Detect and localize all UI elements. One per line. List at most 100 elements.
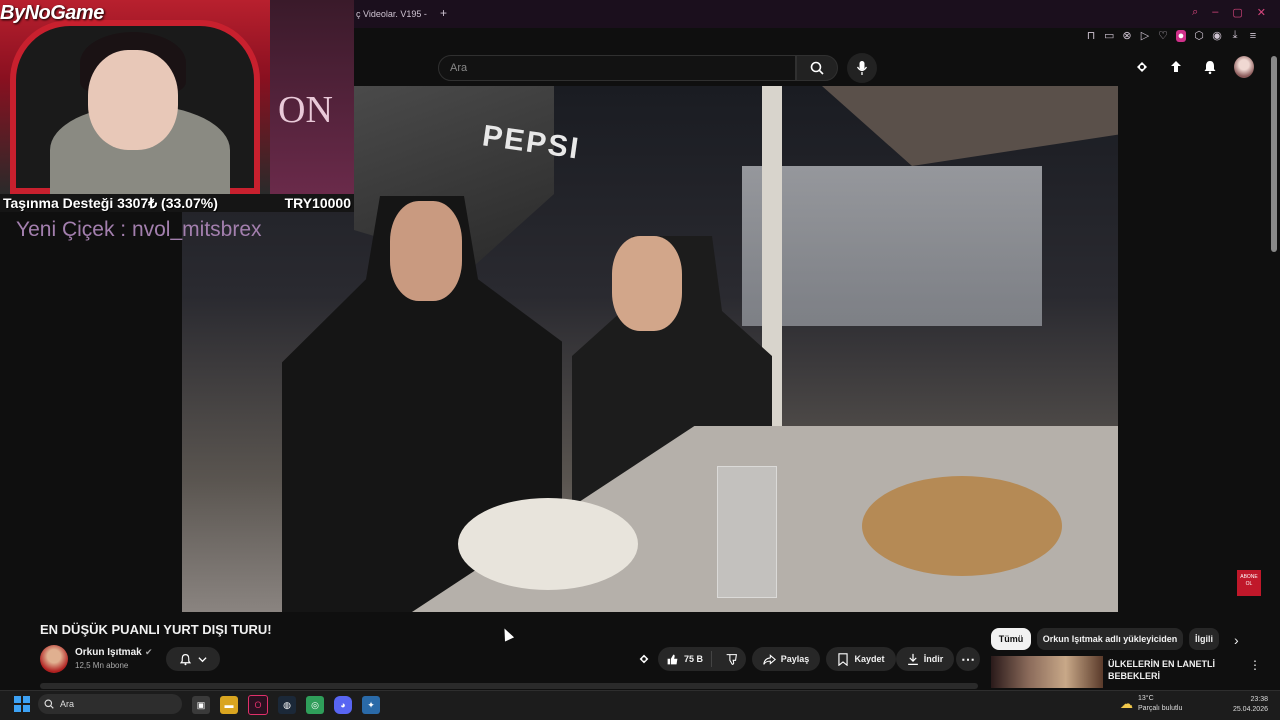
- upload-icon: [1171, 61, 1181, 72]
- face-shape: [612, 236, 682, 331]
- umbrella-shape: [822, 86, 1118, 166]
- download-button[interactable]: İndir: [896, 647, 954, 671]
- more-icon: ⋯: [961, 651, 975, 667]
- subscribe-badge: ABONE OL: [1237, 570, 1261, 596]
- notifications-button[interactable]: [1200, 57, 1220, 77]
- file-explorer-icon[interactable]: ▬: [220, 696, 238, 714]
- avatar: [1234, 56, 1254, 78]
- header-actions: [1132, 56, 1254, 78]
- verified-icon: ✔: [145, 647, 153, 657]
- search-icon: [44, 699, 54, 709]
- donation-goal-target: TRY10000: [284, 195, 351, 211]
- thumbs-up-icon: [667, 654, 678, 664]
- clock-date: 25.04.2026: [1232, 706, 1268, 713]
- chip-from-uploader[interactable]: Orkun Işıtmak adlı yükleyiciden: [1037, 628, 1183, 650]
- notification-settings-button[interactable]: [166, 647, 220, 671]
- search-icon: [810, 61, 824, 75]
- save-button[interactable]: Kaydet: [826, 647, 896, 671]
- webcam-overlay: [0, 0, 270, 194]
- search-placeholder: Ara: [450, 62, 468, 74]
- bell-icon: [179, 653, 192, 665]
- search-input[interactable]: Ara: [438, 55, 796, 81]
- download-label: İndir: [923, 654, 944, 664]
- like-dislike-group: 75 B: [658, 647, 746, 671]
- recommendation-title[interactable]: ÜLKELERİN EN LANETLİ BEBEKLERİ: [1108, 658, 1228, 682]
- channel-avatar[interactable]: [40, 645, 68, 673]
- chip-related[interactable]: İlgili: [1189, 628, 1219, 650]
- puzzle-icon[interactable]: ⬡: [1194, 29, 1204, 42]
- search-icon[interactable]: ⌕: [1192, 6, 1198, 19]
- close-icon[interactable]: ✕: [1257, 6, 1266, 19]
- steam-icon[interactable]: ◍: [278, 696, 296, 714]
- jump-icon: [1137, 62, 1147, 72]
- bell-icon: [1204, 61, 1216, 75]
- building-shape: [742, 166, 1042, 326]
- share-icon: [763, 653, 776, 665]
- alert-message: Yeni Çiçek : nvol_mitsbrex: [16, 218, 262, 241]
- cloud-icon: ☁: [1120, 696, 1133, 711]
- app-icon[interactable]: ✦: [362, 696, 380, 714]
- download-icon: [907, 653, 918, 665]
- game-app-icon[interactable]: ◎: [306, 696, 324, 714]
- weather-description: Parçalı bulutlu: [1138, 705, 1183, 712]
- windows-start-icon[interactable]: [14, 696, 30, 712]
- share-button[interactable]: Paylaş: [752, 647, 820, 671]
- more-actions-button[interactable]: ⋯: [956, 647, 980, 671]
- voice-search-button[interactable]: [847, 53, 877, 83]
- donation-goal-bar: Taşınma Desteği 3307₺ (33.07%) TRY10000: [0, 194, 354, 212]
- video-title: EN DÜŞÜK PUANLI YURT DIŞI TURU!: [40, 622, 272, 637]
- new-tab-button[interactable]: +: [440, 6, 447, 20]
- share-label: Paylaş: [780, 654, 810, 664]
- maximize-icon[interactable]: ▢: [1232, 6, 1242, 19]
- chevron-right-icon[interactable]: ›: [1234, 632, 1239, 648]
- account-button[interactable]: [1234, 56, 1254, 78]
- shield-icon[interactable]: ⊗: [1122, 29, 1132, 42]
- menu-icon[interactable]: ≡: [1248, 30, 1258, 42]
- taskbar-clock[interactable]: 23:38 25.04.2026: [1226, 695, 1268, 715]
- face-shape: [88, 50, 178, 150]
- create-button[interactable]: [1166, 57, 1186, 77]
- glass-shape: [717, 466, 777, 598]
- microphone-icon: [856, 61, 868, 75]
- plate-shape: [458, 498, 638, 590]
- screenshot-icon[interactable]: ▭: [1104, 29, 1114, 42]
- channel-name[interactable]: Orkun Işıtmak: [75, 647, 142, 658]
- taskbar-search-placeholder: Ara: [60, 699, 75, 709]
- save-label: Kaydet: [854, 654, 885, 664]
- weather-temperature: 13°C: [1138, 695, 1154, 702]
- download-icon[interactable]: ⤓: [1230, 29, 1240, 42]
- bookmark-icon[interactable]: ⊓: [1086, 29, 1096, 42]
- heart-icon[interactable]: ♡: [1158, 29, 1168, 42]
- profile-icon[interactable]: ◉: [1212, 29, 1222, 42]
- minimize-icon[interactable]: –: [1212, 6, 1218, 19]
- chip-all[interactable]: Tümü: [991, 628, 1031, 650]
- browser-tab-title[interactable]: ç Videolar. V195 -: [356, 9, 427, 19]
- recommendation-thumbnail[interactable]: [991, 656, 1103, 688]
- jump-icon: [639, 654, 649, 664]
- mouse-cursor: [499, 626, 515, 642]
- description-bar[interactable]: [40, 683, 978, 689]
- scrollbar[interactable]: [1271, 56, 1277, 252]
- bynogame-logo: ByNoGame: [0, 2, 104, 24]
- window-controls: ⌕ – ▢ ✕: [1192, 6, 1266, 19]
- search-button[interactable]: [796, 55, 838, 81]
- extension-button[interactable]: [1132, 57, 1152, 77]
- like-button[interactable]: 75 B: [658, 651, 713, 667]
- extension-action-button[interactable]: [632, 647, 656, 671]
- extension-toolbar: ⊓ ▭ ⊗ ▷ ♡ ● ⬡ ◉ ⤓ ≡: [1086, 29, 1258, 42]
- play-icon[interactable]: ▷: [1140, 29, 1150, 42]
- task-view-icon[interactable]: ▣: [192, 696, 210, 714]
- donation-goal-label: Taşınma Desteği 3307₺ (33.07%): [3, 194, 218, 211]
- clock-time: 23:38: [1250, 696, 1268, 703]
- opera-gx-icon[interactable]: O: [248, 695, 268, 715]
- taskbar-search[interactable]: Ara: [38, 694, 182, 714]
- weather-widget[interactable]: ☁ 13°C Parçalı bulutlu: [1120, 694, 1182, 714]
- discord-icon[interactable]: ◕: [334, 696, 352, 714]
- thumbs-down-icon: [726, 653, 737, 665]
- taskbar-apps: ▣ ▬ O ◍ ◎ ◕ ✦: [192, 695, 380, 715]
- extension-icon[interactable]: ●: [1176, 29, 1186, 42]
- subscriber-count: 12,5 Mn abone: [75, 661, 129, 670]
- more-vertical-icon[interactable]: ⋮: [1249, 658, 1261, 672]
- like-count: 75 B: [684, 654, 704, 664]
- dislike-button[interactable]: [717, 653, 746, 666]
